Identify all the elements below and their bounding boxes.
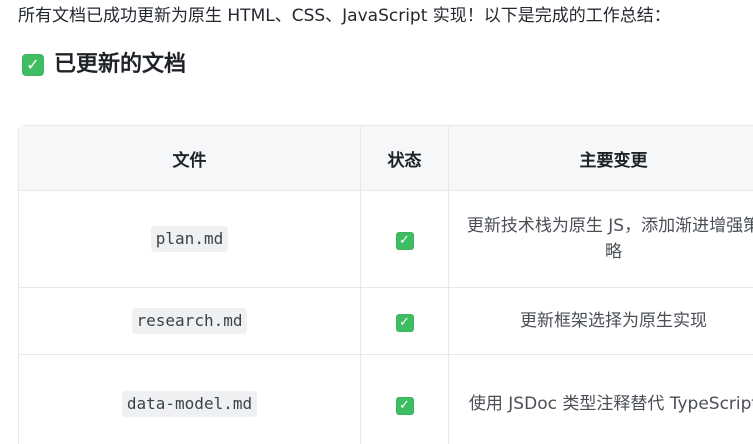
file-name-code: research.md (131, 308, 248, 334)
file-name-code: data-model.md (121, 391, 258, 417)
table-row: plan.md ✓ 更新技术栈为原生 JS，添加渐进增强策略 (18, 190, 753, 288)
column-header-file: 文件 (18, 125, 361, 191)
change-cell: 更新框架选择为原生实现 (448, 287, 753, 355)
file-cell: data-model.md (18, 354, 361, 444)
status-cell: ✓ (360, 287, 449, 355)
status-cell: ✓ (360, 354, 449, 444)
change-cell: 更新技术栈为原生 JS，添加渐进增强策略 (448, 190, 753, 288)
file-cell: plan.md (18, 190, 361, 288)
check-mark-button-icon: ✓ (395, 313, 414, 332)
updated-docs-table: 文件 状态 主要变更 plan.md ✓ 更新技术栈为原生 JS，添加渐进增强策… (18, 125, 753, 444)
section-title: 已更新的文档 (54, 52, 187, 77)
check-mark-button-icon: ✓ (22, 54, 44, 76)
change-cell: 使用 JSDoc 类型注释替代 TypeScript (448, 354, 753, 444)
table-row: data-model.md ✓ 使用 JSDoc 类型注释替代 TypeScri… (18, 354, 753, 444)
table-row: research.md ✓ 更新框架选择为原生实现 (18, 287, 753, 355)
column-header-changes: 主要变更 (448, 125, 753, 191)
column-header-status: 状态 (360, 125, 449, 191)
intro-text: 所有文档已成功更新为原生 HTML、CSS、JavaScript 实现！以下是完… (18, 6, 671, 26)
section-heading: ✓ 已更新的文档 (22, 50, 186, 80)
status-cell: ✓ (360, 190, 449, 288)
check-mark-button-icon: ✓ (395, 396, 414, 415)
file-cell: research.md (18, 287, 361, 355)
check-mark-button-icon: ✓ (395, 231, 414, 250)
table-header-row: 文件 状态 主要变更 (18, 125, 753, 191)
file-name-code: plan.md (150, 226, 229, 252)
